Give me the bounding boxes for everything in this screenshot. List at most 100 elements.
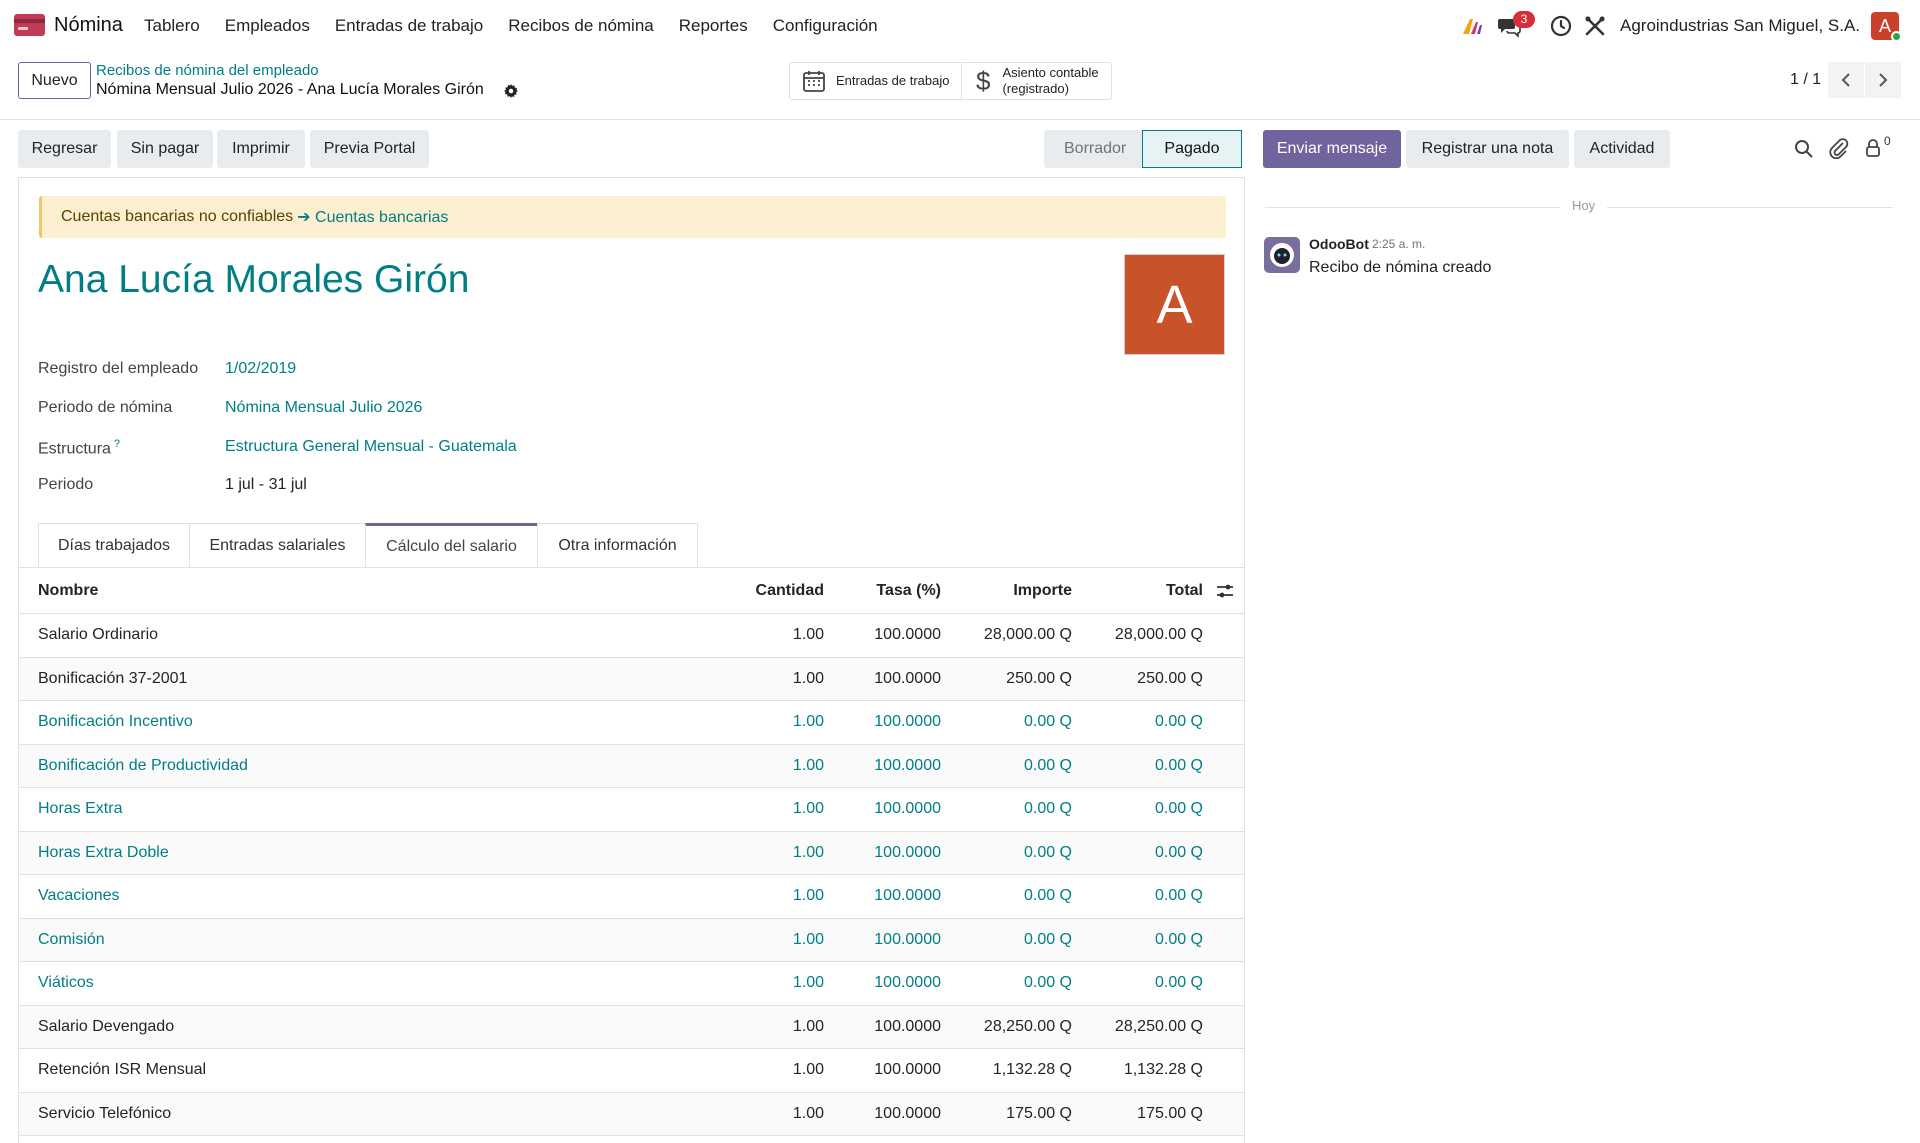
employee-registration-value[interactable]: 1/02/2019 xyxy=(225,360,296,378)
journal-entry-smart-button[interactable]: $ Asiento contable (registrado) xyxy=(961,63,1110,99)
structure-label-text: Estructura xyxy=(38,440,111,458)
back-button[interactable]: Regresar xyxy=(18,130,111,168)
cell-amount: 0.00 Q xyxy=(1023,713,1072,731)
control-panel: Nuevo Recibos de nómina del empleado Nóm… xyxy=(0,52,1920,120)
column-header-rate[interactable]: Tasa (%) xyxy=(876,582,941,600)
cell-rate: 100.0000 xyxy=(874,626,941,644)
column-header-name[interactable]: Nombre xyxy=(38,582,98,600)
calendar-icon xyxy=(803,71,825,92)
chevron-right-icon xyxy=(1879,73,1888,87)
search-icon[interactable] xyxy=(1794,139,1814,159)
tab-salary-inputs[interactable]: Entradas salariales xyxy=(189,523,366,568)
send-message-button[interactable]: Enviar mensaje xyxy=(1263,130,1401,168)
column-header-quantity[interactable]: Cantidad xyxy=(756,582,824,600)
pager-value[interactable]: 1 / 1 xyxy=(1790,71,1821,89)
employee-avatar[interactable]: A xyxy=(1124,254,1225,355)
cell-rate: 100.0000 xyxy=(874,930,941,948)
table-row[interactable]: Bonificación de Productividad 1.00 100.0… xyxy=(19,744,1244,788)
pager-previous-button[interactable] xyxy=(1828,62,1864,98)
activity-button[interactable]: Actividad xyxy=(1574,130,1670,168)
print-button[interactable]: Imprimir xyxy=(217,130,305,168)
menu-item-reports[interactable]: Reportes xyxy=(679,16,748,36)
table-row[interactable]: Bonificación Incentivo 1.00 100.0000 0.0… xyxy=(19,701,1244,745)
cell-rate: 100.0000 xyxy=(874,1061,941,1079)
cell-rate: 100.0000 xyxy=(874,756,941,774)
table-row[interactable]: Retención ISR Mensual 1.00 100.0000 1,13… xyxy=(19,1049,1244,1093)
breadcrumb-parent-link[interactable]: Recibos de nómina del empleado xyxy=(96,62,319,79)
field-label-payroll-period: Periodo de nómina xyxy=(38,399,173,416)
cell-total: 250.00 Q xyxy=(1137,669,1203,687)
cell-total: 0.00 Q xyxy=(1154,843,1203,861)
cell-quantity: 1.00 xyxy=(792,713,824,731)
table-row[interactable]: Horas Extra 1.00 100.0000 0.00 Q 0.00 Q xyxy=(19,788,1244,832)
cell-name: Salario Devengado xyxy=(38,1017,175,1035)
status-bar: Borrador Pagado xyxy=(1044,130,1242,168)
cell-amount: 0.00 Q xyxy=(1023,800,1072,818)
portal-preview-button[interactable]: Previa Portal xyxy=(310,130,429,168)
table-row[interactable]: Horas Extra Doble 1.00 100.0000 0.00 Q 0… xyxy=(19,831,1244,875)
log-note-button[interactable]: Registrar una nota xyxy=(1406,130,1569,168)
cell-name: Horas Extra xyxy=(38,800,123,818)
table-row[interactable]: Salario Ordinario 1.00 100.0000 28,000.0… xyxy=(19,614,1244,658)
cell-name: Comisión xyxy=(38,930,105,948)
menu-item-employees[interactable]: Empleados xyxy=(225,16,310,36)
svg-text:$: $ xyxy=(976,67,991,95)
mark-unpaid-button[interactable]: Sin pagar xyxy=(117,130,213,168)
cell-amount: 250.00 Q xyxy=(1006,669,1072,687)
column-header-amount[interactable]: Importe xyxy=(1013,582,1072,600)
menu-item-work-entries[interactable]: Entradas de trabajo xyxy=(335,16,483,36)
bank-accounts-alert: Cuentas bancarias no confiables ➔ Cuenta… xyxy=(39,196,1226,238)
optional-columns-icon[interactable] xyxy=(1216,582,1234,600)
dollar-icon: $ xyxy=(976,67,991,95)
app-name[interactable]: Nómina xyxy=(54,14,123,37)
tab-salary-computation[interactable]: Cálculo del salario xyxy=(365,523,538,568)
tab-other-info[interactable]: Otra información xyxy=(537,523,698,568)
debug-tools-icon[interactable] xyxy=(1583,14,1607,38)
new-button[interactable]: Nuevo xyxy=(18,62,91,99)
menu-item-dashboard[interactable]: Tablero xyxy=(144,16,200,36)
cell-name: Viáticos xyxy=(38,974,94,992)
tab-worked-days[interactable]: Días trabajados xyxy=(38,523,190,568)
table-row[interactable]: Servicio Telefónico 1.00 100.0000 175.00… xyxy=(19,1092,1244,1136)
cell-total: 0.00 Q xyxy=(1154,974,1203,992)
cell-amount: 0.00 Q xyxy=(1023,930,1072,948)
cell-total: 28,250.00 Q xyxy=(1114,1017,1203,1035)
table-row[interactable]: Salario Devengado 1.00 100.0000 28,250.0… xyxy=(19,1005,1244,1049)
pager-next-button[interactable] xyxy=(1865,62,1901,98)
payroll-period-value[interactable]: Nómina Mensual Julio 2026 xyxy=(225,399,422,417)
gear-icon[interactable] xyxy=(504,84,518,98)
employee-name[interactable]: Ana Lucía Morales Girón xyxy=(38,258,469,302)
cell-total: 1,132.28 Q xyxy=(1123,1061,1203,1079)
message-author[interactable]: OdooBot xyxy=(1309,236,1369,252)
work-entries-smart-button[interactable]: Entradas de trabajo xyxy=(790,63,961,99)
paperclip-icon[interactable] xyxy=(1829,137,1849,159)
payroll-app-icon[interactable] xyxy=(14,14,45,36)
ai-assistant-icon[interactable] xyxy=(1460,14,1484,38)
structure-value[interactable]: Estructura General Mensual - Guatemala xyxy=(225,438,517,456)
chevron-left-icon xyxy=(1841,73,1850,87)
menu-item-payslips[interactable]: Recibos de nómina xyxy=(508,16,654,36)
company-switcher[interactable]: Agroindustrias San Miguel, S.A. xyxy=(1620,16,1860,36)
period-value[interactable]: 1 jul - 31 jul xyxy=(225,476,307,494)
cell-quantity: 1.00 xyxy=(792,1061,824,1079)
table-row[interactable]: Bonificación 37-2001 1.00 100.0000 250.0… xyxy=(19,657,1244,701)
field-label-structure: Estructura? xyxy=(38,438,120,458)
help-tooltip-icon[interactable]: ? xyxy=(114,438,120,450)
column-header-total[interactable]: Total xyxy=(1166,582,1203,600)
menu-item-configuration[interactable]: Configuración xyxy=(773,16,878,36)
cell-quantity: 1.00 xyxy=(792,887,824,905)
cell-name: Bonificación 37-2001 xyxy=(38,669,188,687)
table-row[interactable]: Comisión 1.00 100.0000 0.00 Q 0.00 Q xyxy=(19,918,1244,962)
smart-buttons: Entradas de trabajo $ Asiento contable (… xyxy=(789,62,1112,100)
cell-rate: 100.0000 xyxy=(874,974,941,992)
cell-amount: 1,132.28 Q xyxy=(992,1061,1072,1079)
cell-rate: 100.0000 xyxy=(874,1017,941,1035)
table-row[interactable]: Vacaciones 1.00 100.0000 0.00 Q 0.00 Q xyxy=(19,875,1244,919)
followers-lock-icon[interactable] xyxy=(1865,138,1881,158)
status-paid[interactable]: Pagado xyxy=(1142,130,1242,168)
table-row[interactable]: Viáticos 1.00 100.0000 0.00 Q 0.00 Q xyxy=(19,962,1244,1006)
cell-name: Retención ISR Mensual xyxy=(38,1061,207,1079)
bank-accounts-link[interactable]: ➔ Cuentas bancarias xyxy=(297,207,448,227)
status-draft[interactable]: Borrador xyxy=(1044,130,1142,168)
activity-clock-icon[interactable] xyxy=(1549,14,1573,38)
